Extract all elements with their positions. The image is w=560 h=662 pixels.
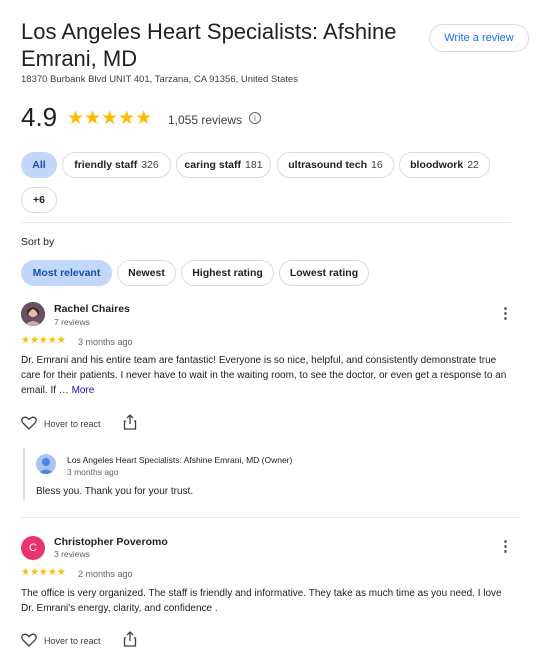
reviewer-photo: [21, 302, 45, 326]
topic-chip-label: ultrasound tech: [288, 159, 368, 171]
owner-reply-bar: [23, 448, 25, 500]
heart-outline-icon[interactable]: [21, 633, 37, 647]
topic-chip-count: 22: [467, 159, 479, 171]
divider: [21, 222, 511, 223]
write-review-button[interactable]: Write a review: [429, 24, 529, 52]
review-text: The office is very organized. The staff …: [21, 588, 502, 614]
topic-chip-caring-staff[interactable]: caring staff 181: [176, 152, 271, 178]
owner-name: Los Angeles Heart Specialists: Afshine E…: [67, 455, 293, 465]
sort-newest[interactable]: Newest: [117, 260, 176, 286]
sort-option-label: Lowest rating: [289, 267, 359, 279]
review-stars: ★★★★★: [21, 335, 66, 346]
sort-option-label: Newest: [128, 267, 165, 279]
sort-highest-rating[interactable]: Highest rating: [181, 260, 274, 286]
topic-chip-all[interactable]: All: [21, 152, 57, 178]
topic-chip-label: friendly staff: [74, 159, 138, 171]
review-time: 3 months ago: [78, 337, 133, 347]
owner-reply-time: 3 months ago: [67, 467, 119, 477]
sort-option-label: Most relevant: [32, 267, 101, 279]
sort-most-relevant[interactable]: Most relevant: [21, 260, 112, 286]
hover-to-react[interactable]: Hover to react: [44, 419, 101, 429]
review-stars: ★★★★★: [21, 567, 66, 578]
owner-avatar: [36, 454, 56, 474]
sort-lowest-rating[interactable]: Lowest rating: [279, 260, 369, 286]
more-vert-icon[interactable]: ⋮: [498, 306, 513, 321]
info-icon[interactable]: i: [249, 112, 261, 124]
divider: [21, 517, 521, 518]
topic-chip-friendly-staff[interactable]: friendly staff 326: [62, 152, 171, 178]
review-count: 1,055 reviews: [168, 113, 243, 127]
share-icon[interactable]: [123, 631, 137, 647]
review-time: 2 months ago: [78, 569, 133, 579]
reviewer-review-count: 3 reviews: [54, 549, 90, 559]
reviewer-name[interactable]: Rachel Chaires: [54, 303, 130, 315]
sort-label: Sort by: [21, 236, 55, 248]
topic-chip-label: caring staff: [184, 159, 242, 171]
topic-chip-label: +6: [33, 194, 45, 206]
place-address: 18370 Burbank Blvd UNIT 401, Tarzana, CA…: [21, 74, 298, 85]
share-icon[interactable]: [123, 414, 137, 430]
topic-chip-count: 326: [141, 159, 159, 171]
reviewer-review-count: 7 reviews: [54, 317, 90, 327]
topic-chip-count: 16: [371, 159, 383, 171]
reviewer-name[interactable]: Christopher Poveromo: [54, 536, 168, 548]
topic-chip-count: 181: [245, 159, 263, 171]
heart-outline-icon[interactable]: [21, 416, 37, 430]
review-text: Dr. Emrani and his entire team are fanta…: [21, 353, 511, 398]
place-title: Los Angeles Heart Specialists: Afshine E…: [21, 19, 397, 71]
rating-stars: ★★★★★: [67, 108, 153, 129]
more-link[interactable]: More: [72, 385, 95, 396]
topic-chip-ultrasound-tech[interactable]: ultrasound tech 16: [277, 152, 394, 178]
topic-chip-bloodwork[interactable]: bloodwork 22: [399, 152, 490, 178]
hover-to-react[interactable]: Hover to react: [44, 636, 101, 646]
owner-reply-text: Bless you. Thank you for your trust.: [36, 486, 194, 497]
reviewer-avatar[interactable]: C: [21, 536, 45, 560]
topic-chip-label: All: [32, 159, 46, 171]
topic-chip-label: bloodwork: [410, 159, 464, 171]
rating-value: 4.9: [21, 102, 58, 132]
reviewer-avatar[interactable]: [21, 302, 45, 326]
more-vert-icon[interactable]: ⋮: [498, 539, 513, 554]
sort-option-label: Highest rating: [192, 267, 263, 279]
topic-chip-more[interactable]: +6: [21, 187, 57, 213]
